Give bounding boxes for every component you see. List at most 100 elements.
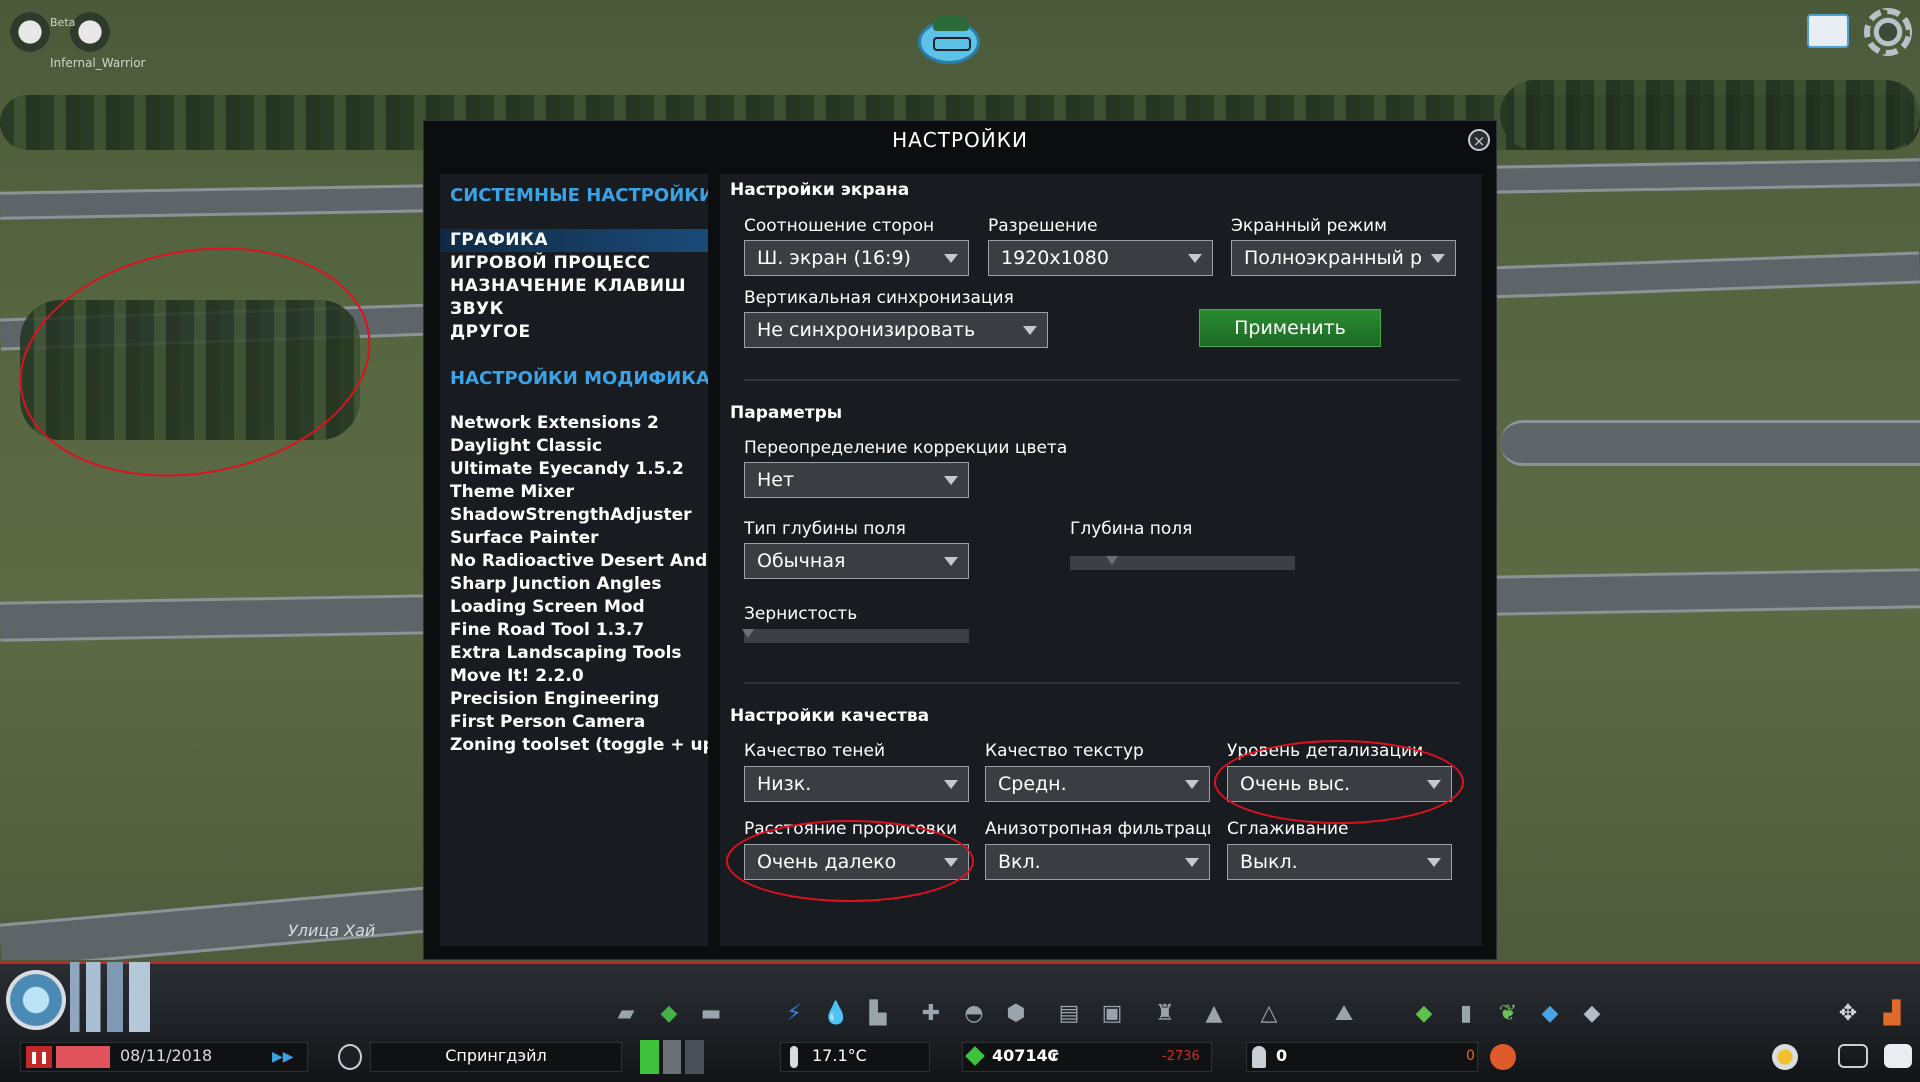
chevron-down-icon xyxy=(1023,326,1037,335)
aspect-ratio-label: Соотношение сторон xyxy=(744,216,935,236)
nav-item-keymapping[interactable]: НАЗНАЧЕНИЕ КЛАВИШ xyxy=(440,275,708,298)
monuments-icon[interactable]: ▲ xyxy=(1200,1000,1228,1026)
mod-item[interactable]: Ultimate Eyecandy 1.5.2 xyxy=(450,459,684,479)
mod-item[interactable]: Fine Road Tool 1.3.7 xyxy=(450,620,644,640)
education-icon[interactable]: ▤ xyxy=(1055,1000,1083,1026)
color-correction-label: Переопределение коррекции цвета xyxy=(744,438,1068,458)
mod-item[interactable]: Daylight Classic xyxy=(450,436,602,456)
terrain-tool-icon[interactable]: ◆ xyxy=(1578,1000,1606,1026)
milestone-icon[interactable] xyxy=(70,12,110,52)
nav-item-other[interactable]: ДРУГОЕ xyxy=(440,321,708,344)
mod-item[interactable]: Surface Painter xyxy=(450,528,599,548)
mod-item[interactable]: Sharp Junction Angles xyxy=(450,574,661,594)
beautification-icon[interactable]: ♜ xyxy=(1151,1000,1179,1026)
zoning-icon[interactable]: ◆ xyxy=(655,1000,683,1026)
water-tool-icon[interactable]: ◆ xyxy=(1536,1000,1564,1026)
electricity-icon[interactable]: ⚡ xyxy=(780,1000,808,1026)
city-info-globe-icon[interactable] xyxy=(6,970,66,1030)
water-icon[interactable]: 💧 xyxy=(822,1000,850,1026)
tree-brush-icon[interactable]: ❦ xyxy=(1494,1000,1522,1026)
texture-quality-dropdown[interactable]: Средн. xyxy=(985,766,1210,802)
shadow-quality-value: Низк. xyxy=(757,773,812,795)
settings-gear-icon[interactable] xyxy=(1864,8,1912,56)
texture-quality-label: Качество текстур xyxy=(985,741,1144,761)
screenshot-camera-icon[interactable] xyxy=(1838,1044,1868,1068)
mod-item[interactable]: First Person Camera xyxy=(450,712,645,732)
unlock-progress-icon[interactable] xyxy=(10,12,50,52)
aspect-ratio-dropdown[interactable]: Ш. экран (16:9) xyxy=(744,240,969,276)
anisotropic-dropdown[interactable]: Вкл. xyxy=(985,844,1210,880)
garbage-icon[interactable]: ▙ xyxy=(864,1000,892,1026)
quality-settings-title: Настройки качества xyxy=(730,706,930,726)
dof-type-label: Тип глубины поля xyxy=(744,519,906,539)
info-views-icon[interactable] xyxy=(338,1044,362,1070)
dof-label: Глубина поля xyxy=(1070,519,1193,539)
antialiasing-value: Выкл. xyxy=(1240,851,1298,873)
pause-button[interactable]: ❚❚ xyxy=(26,1046,52,1068)
police-icon[interactable]: ⬢ xyxy=(1002,1000,1030,1026)
chevron-down-icon xyxy=(1185,858,1199,867)
mod-item[interactable]: Network Extensions 2 xyxy=(450,413,659,433)
chevron-down-icon xyxy=(1185,780,1199,789)
aspect-ratio-value: Ш. экран (16:9) xyxy=(757,247,911,269)
dialog-title: НАСТРОЙКИ xyxy=(892,128,1028,152)
rci-demand-bars[interactable] xyxy=(640,1040,704,1074)
healthcare-icon[interactable]: ✚ xyxy=(917,1000,945,1026)
anisotropic-label: Анизотропная фильтрация xyxy=(985,819,1210,839)
city-name[interactable]: Спрингдэйл xyxy=(370,1046,622,1065)
apply-button[interactable]: Применить xyxy=(1199,309,1381,347)
slider-thumb[interactable] xyxy=(1106,556,1118,565)
mod-item[interactable]: Zoning toolset (toggle + upgrade) xyxy=(450,735,708,755)
move-it-icon[interactable]: ◆ xyxy=(1410,1000,1438,1026)
chirper-bird-icon[interactable] xyxy=(918,15,980,64)
simulation-speed-bar[interactable] xyxy=(56,1046,110,1068)
mod-item[interactable]: ShadowStrengthAdjuster xyxy=(450,505,692,525)
happiness-face-icon[interactable] xyxy=(1490,1044,1516,1070)
slider-thumb[interactable] xyxy=(742,629,754,638)
color-correction-dropdown[interactable]: Нет xyxy=(744,462,969,498)
section-divider xyxy=(744,682,1460,684)
draw-distance-dropdown[interactable]: Очень далеко xyxy=(744,844,969,880)
beta-label: Beta xyxy=(50,16,76,29)
wonders-icon[interactable]: △ xyxy=(1255,1000,1283,1026)
settings-nav: СИСТЕМНЫЕ НАСТРОЙКИ ГРАФИКА ИГРОВОЙ ПРОЦ… xyxy=(440,174,708,946)
photo-mode-icon[interactable] xyxy=(1807,14,1849,48)
vsync-value: Не синхронизировать xyxy=(757,319,976,341)
settings-dialog: НАСТРОЙКИ × СИСТЕМНЫЕ НАСТРОЙКИ ГРАФИКА … xyxy=(423,120,1497,960)
mod-settings-header: НАСТРОЙКИ МОДИФИКАЦИЙ xyxy=(450,368,708,389)
mod-item[interactable]: No Radioactive Desert And More xyxy=(450,551,708,571)
weather-icon[interactable] xyxy=(1772,1044,1798,1070)
districts-icon[interactable]: ▬ xyxy=(697,1000,725,1026)
tree-cluster-left xyxy=(20,300,360,440)
fire-department-icon[interactable]: ◓ xyxy=(960,1000,988,1026)
unique-building-icon[interactable]: ▮ xyxy=(1452,1000,1480,1026)
mod-item[interactable]: Precision Engineering xyxy=(450,689,659,709)
nav-item-gameplay[interactable]: ИГРОВОЙ ПРОЦЕСС xyxy=(440,252,708,275)
resolution-dropdown[interactable]: 1920x1080 xyxy=(988,240,1213,276)
move-camera-icon[interactable]: ✥ xyxy=(1834,1000,1862,1026)
level-of-detail-dropdown[interactable]: Очень выс. xyxy=(1227,766,1452,802)
nav-item-graphics[interactable]: ГРАФИКА xyxy=(440,229,708,252)
bulldozer-icon[interactable]: ▟ xyxy=(1878,1000,1906,1026)
city-skyline-icon[interactable] xyxy=(70,962,150,1032)
mod-item[interactable]: Loading Screen Mod xyxy=(450,597,645,617)
antialiasing-dropdown[interactable]: Выкл. xyxy=(1227,844,1452,880)
vsync-dropdown[interactable]: Не синхронизировать xyxy=(744,312,1048,348)
display-mode-dropdown[interactable]: Полноэкранный режим xyxy=(1231,240,1456,276)
texture-quality-value: Средн. xyxy=(998,773,1067,795)
public-transport-icon[interactable]: ▣ xyxy=(1098,1000,1126,1026)
play-speed-icon[interactable]: ▶▶ xyxy=(272,1046,302,1068)
close-icon[interactable]: × xyxy=(1468,129,1490,151)
mod-item[interactable]: Theme Mixer xyxy=(450,482,574,502)
chat-bubble-icon[interactable] xyxy=(1884,1044,1912,1068)
parameters-title: Параметры xyxy=(730,403,843,423)
mod-item[interactable]: Move It! 2.2.0 xyxy=(450,666,584,686)
dof-type-dropdown[interactable]: Обычная xyxy=(744,543,969,579)
mod-item[interactable]: Extra Landscaping Tools xyxy=(450,643,682,663)
roads-icon[interactable]: ▰ xyxy=(612,1000,640,1026)
shadow-quality-dropdown[interactable]: Низк. xyxy=(744,766,969,802)
nav-item-sound[interactable]: ЗВУК xyxy=(440,298,708,321)
landscaping-icon[interactable]: ⛰ xyxy=(1330,1000,1358,1026)
dof-slider[interactable] xyxy=(1070,556,1295,570)
film-grain-slider[interactable] xyxy=(742,629,969,643)
